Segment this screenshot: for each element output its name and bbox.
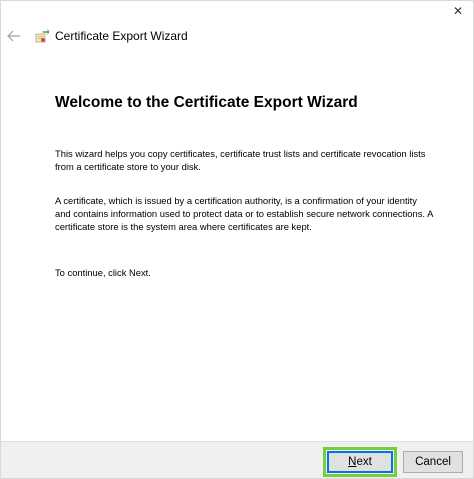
intro-paragraph: This wizard helps you copy certificates,… — [55, 148, 426, 172]
page-heading: Welcome to the Certificate Export Wizard — [55, 94, 358, 111]
close-icon: ✕ — [452, 4, 464, 18]
title-bar: Certificate Export Wizard — [1, 25, 473, 47]
close-button[interactable]: ✕ — [443, 1, 473, 21]
button-bar: Next Cancel — [1, 441, 473, 478]
cancel-button[interactable]: Cancel — [403, 451, 463, 473]
wizard-window: ✕ Certificate Export Wizard Welcome to t… — [0, 0, 474, 479]
next-button[interactable]: Next — [323, 447, 397, 477]
continue-instruction: To continue, click Next. — [55, 267, 151, 278]
next-button-label: Next — [348, 456, 372, 468]
window-title: Certificate Export Wizard — [55, 29, 188, 43]
certificate-wizard-icon — [34, 28, 50, 44]
back-arrow-icon — [7, 30, 20, 42]
back-button[interactable] — [4, 26, 24, 46]
certificate-description-paragraph: A certificate, which is issued by a cert… — [55, 195, 433, 232]
cancel-button-label: Cancel — [415, 456, 451, 468]
